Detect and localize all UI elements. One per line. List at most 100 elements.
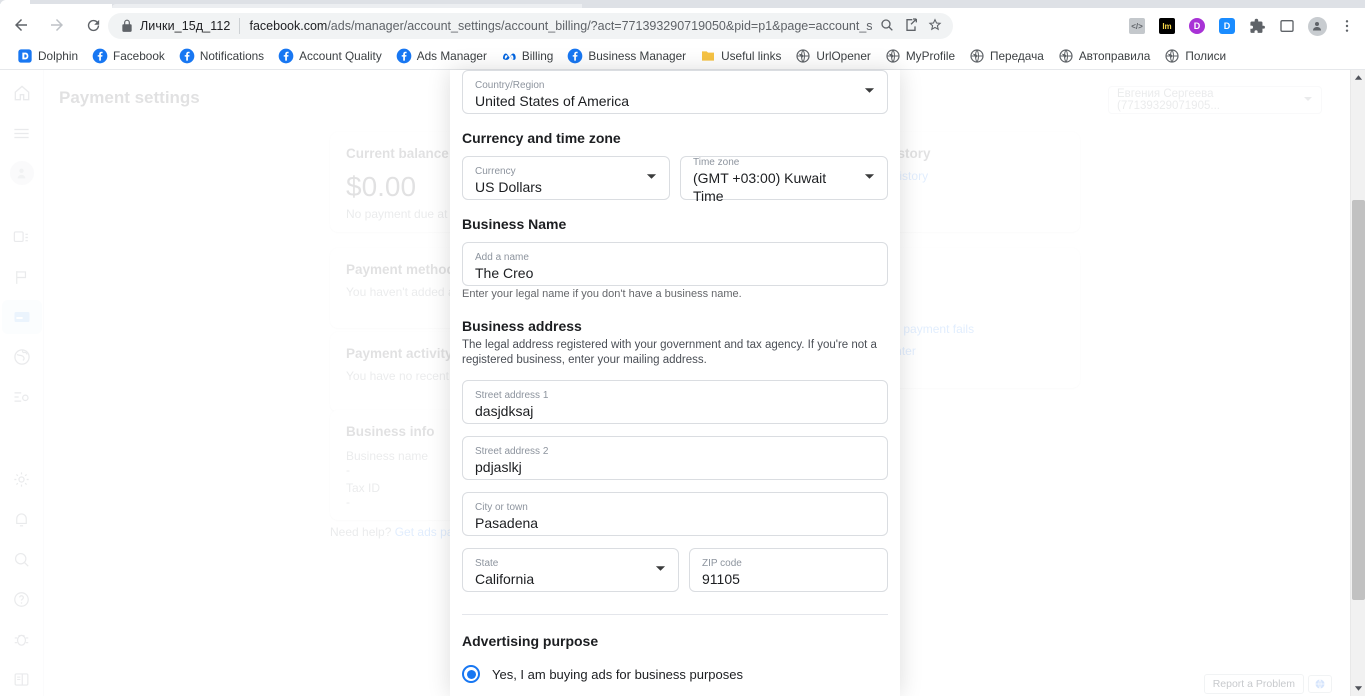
- active-browser-tab[interactable]: [0, 0, 30, 8]
- bookmark-account-quality[interactable]: Account Quality: [271, 45, 389, 67]
- address-bar-url: facebook.com/ads/manager/account_setting…: [249, 19, 873, 33]
- search-zoom-icon[interactable]: [879, 17, 897, 35]
- bookmark-facebook[interactable]: Facebook: [85, 45, 172, 67]
- lock-icon: [120, 19, 134, 33]
- street-address-2-value: pdjaslkj: [475, 459, 522, 475]
- dolphin-purple-extension-icon[interactable]: D: [1183, 13, 1211, 39]
- country-region-select[interactable]: Country/Region United States of America: [462, 70, 888, 114]
- state-zip-row: State California ZIP code 91105: [462, 548, 888, 592]
- page-scrollbar[interactable]: [1350, 70, 1365, 696]
- reload-icon[interactable]: [78, 10, 108, 40]
- billing-card-icon[interactable]: [1, 300, 42, 334]
- panel-icon[interactable]: [2, 662, 42, 696]
- globe-icon: [885, 48, 901, 64]
- business-address-description: The legal address registered with your g…: [462, 339, 877, 366]
- forward-arrow-icon[interactable]: [42, 10, 72, 40]
- bookmark-notifications[interactable]: Notifications: [172, 45, 271, 67]
- bookmark-автоправила[interactable]: Автоправила: [1051, 45, 1158, 67]
- street-address-1-input[interactable]: Street address 1 dasjdksaj: [462, 380, 888, 424]
- business-address-heading: Business address: [462, 318, 582, 334]
- avatar-icon[interactable]: [2, 156, 42, 190]
- globe-icon[interactable]: [2, 340, 42, 374]
- business-name-input[interactable]: Add a name The Creo: [462, 242, 888, 286]
- facebook-icon: [92, 48, 108, 64]
- bookmark-label: Автоправила: [1078, 48, 1151, 63]
- advertising-purpose-heading: Advertising purpose: [462, 633, 599, 649]
- bookmark-label: Передача: [990, 48, 1044, 63]
- code-extension-icon[interactable]: </>: [1123, 13, 1151, 39]
- meta-icon: [501, 48, 517, 64]
- facebook-icon: [179, 48, 195, 64]
- country-region-value: United States of America: [475, 93, 630, 109]
- star-bookmark-icon[interactable]: [927, 17, 945, 35]
- currency-value: US Dollars: [475, 179, 542, 195]
- url-domain: facebook.com: [249, 19, 328, 33]
- city-or-town-value: Pasadena: [475, 515, 539, 531]
- country-region-label: Country/Region: [475, 80, 545, 91]
- home-icon[interactable]: [2, 76, 42, 110]
- bookmark-useful-links[interactable]: Useful links: [693, 45, 788, 67]
- bookmark-dolphin[interactable]: Dolphin: [10, 45, 85, 67]
- facebook-icon: [396, 48, 412, 64]
- state-select[interactable]: State California: [462, 548, 679, 592]
- advertising-purpose-yes-option[interactable]: Yes, I am buying ads for business purpos…: [462, 665, 888, 683]
- bookmark-передача[interactable]: Передача: [962, 45, 1051, 67]
- flag-icon[interactable]: [2, 260, 42, 294]
- city-or-town-input[interactable]: City or town Pasadena: [462, 492, 888, 536]
- dolphin-blue-extension-icon[interactable]: D: [1213, 13, 1241, 39]
- globe-icon: [1164, 48, 1180, 64]
- business-info-modal: Country/Region United States of America …: [450, 70, 900, 696]
- help-circle-icon[interactable]: [2, 582, 42, 616]
- chevron-down-icon: [864, 169, 875, 187]
- search-icon[interactable]: [2, 542, 42, 576]
- zip-code-input[interactable]: ZIP code 91105: [689, 548, 888, 592]
- globe-icon[interactable]: [1308, 675, 1332, 693]
- browser-toolbar: Лички_15д_112 facebook.com/ads/manager/a…: [0, 8, 1365, 42]
- scrollbar-down-arrow[interactable]: [1351, 681, 1365, 696]
- bell-icon[interactable]: [2, 502, 42, 536]
- scrollbar-up-arrow[interactable]: [1351, 70, 1365, 85]
- ad-account-selector[interactable]: Евгения Сергеева (77139329071905...: [1108, 86, 1322, 114]
- back-arrow-icon[interactable]: [6, 10, 36, 40]
- gear-icon[interactable]: [2, 462, 42, 496]
- bookmark-business-manager[interactable]: Business Manager: [560, 45, 693, 67]
- pages-icon[interactable]: [2, 220, 42, 254]
- city-or-town-label: City or town: [475, 502, 528, 513]
- bookmark-billing[interactable]: Billing: [494, 45, 560, 67]
- timezone-label: Time zone: [693, 157, 740, 168]
- timezone-select[interactable]: Time zone (GMT +03:00) Kuwait Time: [680, 156, 888, 204]
- chevron-down-icon: [1303, 94, 1313, 107]
- share-icon[interactable]: [903, 17, 921, 35]
- section-divider: [462, 614, 888, 615]
- state-label: State: [475, 558, 499, 569]
- bookmark-label: Account Quality: [299, 48, 382, 63]
- bookmarks-bar: Dolphin Facebook Notifications Account Qual…: [0, 42, 1365, 70]
- toolbar-extension-area: </> Im D D: [1123, 13, 1361, 39]
- chrome-menu-icon[interactable]: [1333, 13, 1361, 39]
- settings-list-icon[interactable]: [2, 380, 42, 414]
- currency-label: Currency: [475, 166, 516, 177]
- business-name-input-label: Add a name: [475, 252, 529, 263]
- bookmark-myprofile[interactable]: MyProfile: [878, 45, 962, 67]
- currency-select[interactable]: Currency US Dollars: [462, 156, 670, 200]
- address-bar[interactable]: Лички_15д_112 facebook.com/ads/manager/a…: [108, 13, 953, 39]
- hamburger-menu-icon[interactable]: [2, 116, 42, 150]
- scrollbar-thumb[interactable]: [1352, 200, 1365, 600]
- bookmark-urlopener[interactable]: UrlOpener: [788, 45, 877, 67]
- chevron-down-icon: [655, 561, 666, 579]
- profile-avatar-icon[interactable]: [1303, 13, 1331, 39]
- facebook-left-sidebar: [0, 70, 44, 696]
- report-a-problem-button[interactable]: Report a Problem: [1203, 674, 1304, 694]
- bookmark-полиси[interactable]: Полиси: [1157, 45, 1233, 67]
- street-address-2-input[interactable]: Street address 2 pdjaslkj: [462, 436, 888, 480]
- bookmark-label: MyProfile: [905, 48, 956, 63]
- im-extension-icon[interactable]: Im: [1153, 13, 1181, 39]
- sidepanel-icon[interactable]: [1273, 13, 1301, 39]
- puzzle-extensions-icon[interactable]: [1243, 13, 1271, 39]
- ad-account-selector-value: Евгения Сергеева (77139329071905...: [1117, 88, 1220, 112]
- url-path: /ads/manager/account_settings/account_bi…: [327, 19, 873, 33]
- zip-code-label: ZIP code: [702, 558, 742, 569]
- bookmark-label: Полиси: [1185, 48, 1227, 63]
- bug-icon[interactable]: [2, 622, 42, 656]
- bookmark-ads-manager[interactable]: Ads Manager: [389, 45, 494, 67]
